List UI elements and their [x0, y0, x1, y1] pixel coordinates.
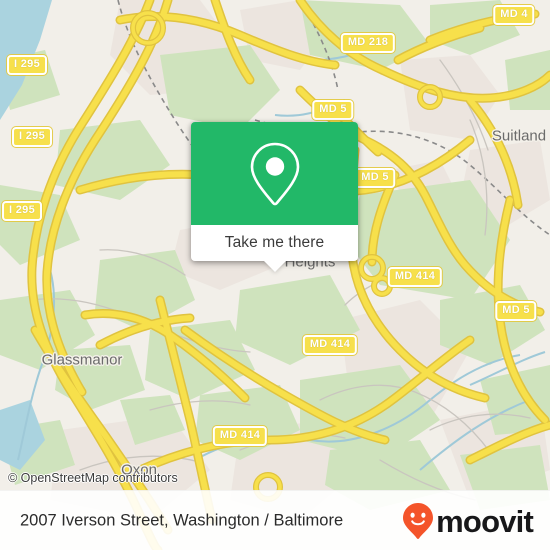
- location-popup-card[interactable]: Take me there: [191, 122, 358, 272]
- moovit-smiley-pin-icon: [403, 503, 434, 539]
- map-screenshot: I 295 I 295 I 295 MD 218 MD 4 MD 5 MD 5 …: [0, 0, 550, 550]
- address-title: 2007 Iverson Street, Washington / Baltim…: [20, 511, 344, 530]
- map-pin-icon: [250, 142, 299, 205]
- moovit-wordmark: moovit: [436, 503, 534, 539]
- take-me-there-button[interactable]: Take me there: [191, 225, 358, 272]
- map-attribution[interactable]: © OpenStreetMap contributors: [8, 471, 178, 485]
- take-me-there-label: Take me there: [224, 234, 325, 251]
- map-vector-layer: [0, 0, 550, 550]
- place-label: Glassmanor: [41, 351, 123, 369]
- highway-shield: MD 414: [302, 335, 358, 355]
- highway-shield: MD 4: [493, 5, 535, 25]
- moovit-brand[interactable]: moovit: [402, 502, 534, 540]
- highway-shield: MD 218: [340, 33, 396, 53]
- map-canvas[interactable]: I 295 I 295 I 295 MD 218 MD 4 MD 5 MD 5 …: [0, 0, 550, 550]
- highway-shield: MD 414: [387, 267, 443, 287]
- highway-shield: I 295: [2, 201, 42, 221]
- highway-shield: MD 5: [495, 301, 537, 321]
- popup-image-area: [191, 122, 358, 225]
- highway-shield: I 295: [7, 55, 47, 75]
- highway-shield: I 295: [12, 127, 52, 147]
- place-label: Suitland: [491, 127, 547, 145]
- highway-shield: MD 414: [212, 426, 268, 446]
- popup-pointer-tail: [263, 261, 286, 272]
- footer-bar: 2007 Iverson Street, Washington / Baltim…: [0, 490, 550, 550]
- highway-shield: MD 5: [354, 168, 396, 188]
- highway-shield: MD 5: [312, 100, 354, 120]
